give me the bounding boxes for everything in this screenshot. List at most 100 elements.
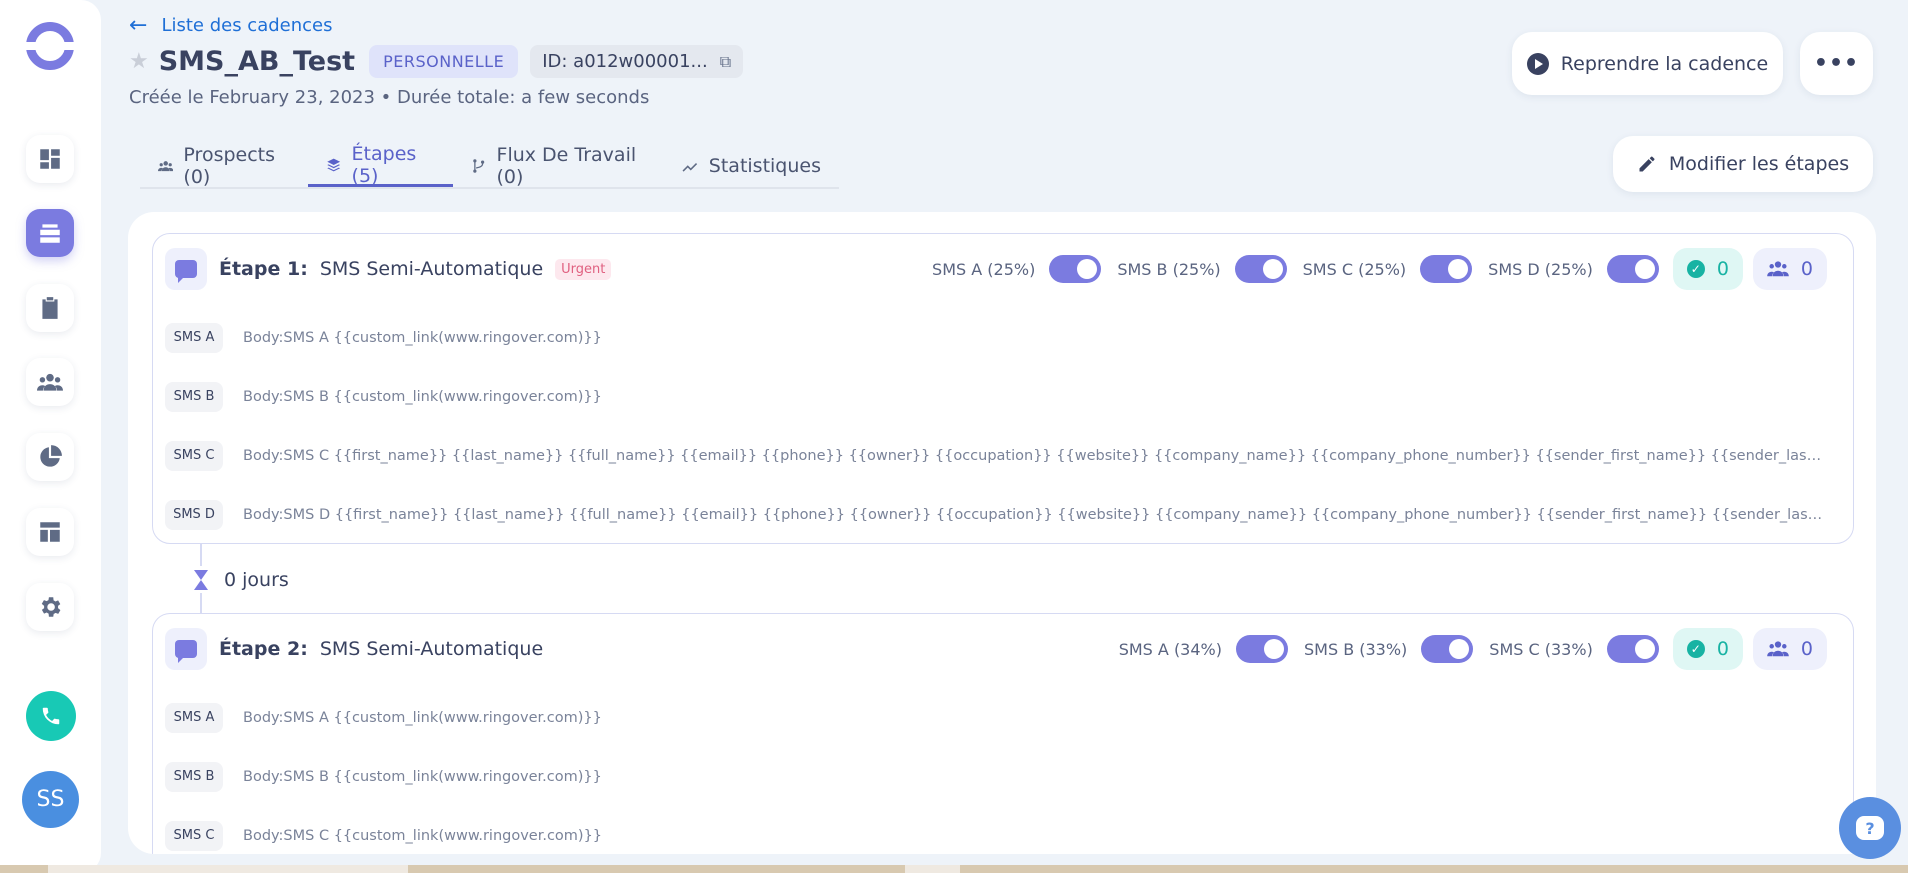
sms-variant-row: SMS C Body:SMS C {{custom_link(www.ringo…: [165, 806, 1823, 854]
connector-line: [200, 593, 202, 613]
variant-toggles: SMS A (34%) SMS B (33%) SMS C (33%) ✓ 0 …: [1103, 628, 1827, 670]
hourglass-icon: [194, 570, 208, 590]
star-icon[interactable]: ★: [129, 49, 149, 74]
taskbar-segment: [48, 865, 408, 873]
pie-chart-icon: [40, 445, 62, 467]
user-avatar[interactable]: SS: [22, 771, 79, 828]
sms-variant-row: SMS D Body:SMS D {{first_name}} {{last_n…: [165, 485, 1823, 544]
tab-label: Statistiques: [708, 155, 821, 177]
step-card[interactable]: Étape 1: SMS Semi-Automatique Urgent SMS…: [152, 233, 1854, 544]
variant-toggles: SMS A (25%) SMS B (25%) SMS C (25%) SMS …: [916, 248, 1827, 290]
check-circle-icon: ✓: [1686, 260, 1705, 278]
edit-steps-label: Modifier les étapes: [1668, 153, 1850, 175]
sms-body: Body:SMS B {{custom_link(www.ringover.co…: [243, 768, 602, 785]
workflow-icon: [473, 159, 485, 173]
cadences-icon: [40, 224, 60, 243]
people-icon: [37, 373, 63, 391]
sms-chat-icon: [165, 248, 207, 290]
sidebar-item-statistics[interactable]: [26, 433, 74, 481]
pencil-icon: [1639, 156, 1655, 172]
visibility-badge: PERSONNELLE: [369, 45, 519, 78]
help-icon: ?: [1856, 816, 1884, 840]
sms-variant-tag: SMS D: [165, 499, 223, 530]
tab-steps[interactable]: Étapes (5): [308, 142, 454, 187]
tab-workflows[interactable]: Flux De Travail (0): [453, 144, 663, 188]
variant-item: SMS C (25%): [1303, 255, 1473, 283]
app-logo[interactable]: [23, 22, 77, 70]
variant-label: SMS C (25%): [1302, 259, 1407, 279]
tab-prospects[interactable]: Prospects (0): [140, 144, 308, 188]
variant-label: SMS D (25%): [1488, 259, 1593, 279]
variant-item: SMS A (34%): [1119, 635, 1288, 663]
tab-label: Flux De Travail (0): [496, 144, 637, 188]
completed-count-value: 0: [1716, 258, 1729, 280]
completed-count[interactable]: ✓ 0: [1672, 628, 1743, 670]
variant-item: SMS B (33%): [1303, 635, 1474, 663]
tab-label: Étapes (5): [351, 142, 417, 187]
help-chat-button[interactable]: ?: [1839, 797, 1901, 859]
tab-statistics[interactable]: Statistiques: [663, 145, 839, 187]
variant-toggle[interactable]: [1235, 635, 1288, 663]
variant-label: SMS B (33%): [1303, 639, 1408, 659]
people-icon: [1767, 641, 1789, 657]
arrow-left-icon: ←: [129, 13, 148, 38]
dashboard-icon: [40, 149, 60, 169]
sms-chat-icon: [165, 628, 207, 670]
cadence-id-label: ID: a012w00001...: [542, 51, 708, 72]
check-circle-icon: ✓: [1686, 640, 1705, 658]
sms-variant-tag: SMS B: [165, 381, 223, 412]
urgent-badge: Urgent: [555, 258, 612, 280]
step-type: SMS Semi-Automatique: [319, 258, 544, 280]
tasks-icon: [42, 297, 58, 319]
variant-toggle[interactable]: [1049, 255, 1102, 283]
cadence-id: ID: a012w00001... ⧉: [530, 45, 744, 78]
sms-variant-tag: SMS A: [165, 702, 223, 733]
back-link[interactable]: ← Liste des cadences: [129, 13, 332, 38]
edit-steps-button[interactable]: Modifier les étapes: [1613, 136, 1873, 192]
copy-icon[interactable]: ⧉: [720, 52, 731, 72]
sidebar-item-settings[interactable]: [26, 583, 74, 631]
sidebar-item-people[interactable]: [26, 358, 74, 406]
step-delay: 0 jours: [194, 565, 289, 595]
call-button[interactable]: [26, 691, 76, 741]
sidebar-item-templates[interactable]: [26, 508, 74, 556]
people-count[interactable]: 0: [1752, 628, 1827, 670]
sms-body: Body:SMS B {{custom_link(www.ringover.co…: [243, 388, 602, 405]
sms-body: Body:SMS A {{custom_link(www.ringover.co…: [243, 329, 602, 346]
sms-variant-tag: SMS C: [165, 820, 223, 851]
connector-line: [200, 544, 202, 566]
taskbar-segment: [905, 865, 960, 873]
people-count-value: 0: [1800, 258, 1813, 280]
resume-cadence-button[interactable]: Reprendre la cadence: [1512, 32, 1783, 95]
sms-variant-row: SMS A Body:SMS A {{custom_link(www.ringo…: [165, 308, 1823, 367]
more-options-button[interactable]: •••: [1800, 32, 1873, 95]
sms-body: Body:SMS A {{custom_link(www.ringover.co…: [243, 709, 602, 726]
templates-icon: [40, 522, 60, 542]
people-count[interactable]: 0: [1752, 248, 1827, 290]
trend-icon: [682, 163, 697, 172]
sms-variant-row: SMS B Body:SMS B {{custom_link(www.ringo…: [165, 367, 1823, 426]
step-number: Étape 2:: [219, 638, 308, 660]
variant-toggle[interactable]: [1606, 635, 1659, 663]
variant-label: SMS A (34%): [1118, 639, 1222, 659]
variant-item: SMS C (33%): [1489, 635, 1659, 663]
sms-variant-row: SMS C Body:SMS C {{first_name}} {{last_n…: [165, 426, 1823, 485]
sms-variant-row: SMS B Body:SMS B {{custom_link(www.ringo…: [165, 747, 1823, 806]
completed-count[interactable]: ✓ 0: [1672, 248, 1743, 290]
variant-toggle[interactable]: [1421, 635, 1474, 663]
variant-toggle[interactable]: [1420, 255, 1473, 283]
variant-toggle[interactable]: [1234, 255, 1287, 283]
steps-panel: Étape 1: SMS Semi-Automatique Urgent SMS…: [128, 212, 1876, 854]
sms-variant-tag: SMS B: [165, 761, 223, 792]
sidebar-item-dashboard[interactable]: [26, 135, 74, 183]
sms-variant-list: SMS A Body:SMS A {{custom_link(www.ringo…: [165, 308, 1823, 544]
layers-icon: [327, 158, 341, 171]
sms-variant-list: SMS A Body:SMS A {{custom_link(www.ringo…: [165, 688, 1823, 854]
step-card[interactable]: Étape 2: SMS Semi-Automatique SMS A (34%…: [152, 613, 1854, 854]
variant-toggle[interactable]: [1606, 255, 1659, 283]
phone-icon: [42, 707, 60, 725]
people-icon: [1767, 261, 1789, 277]
sidebar-item-tasks[interactable]: [26, 284, 74, 332]
sidebar-item-cadences[interactable]: [26, 209, 74, 257]
variant-item: SMS B (25%): [1117, 255, 1287, 283]
